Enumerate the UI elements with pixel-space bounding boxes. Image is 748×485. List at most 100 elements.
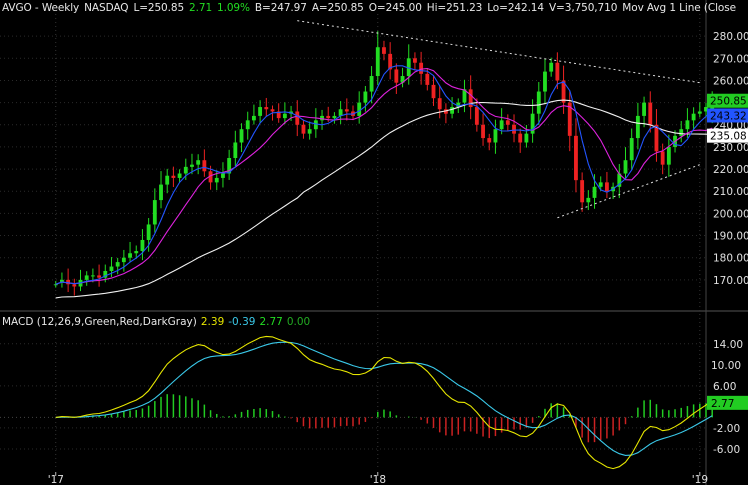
- macd-tick-label: -2.00: [713, 423, 740, 435]
- macd-signal-line: [55, 341, 713, 456]
- candle-body: [140, 239, 145, 252]
- candle-body: [221, 173, 225, 178]
- price-tick-label: 180.00: [713, 253, 748, 265]
- price-tick-label: 210.00: [713, 186, 748, 198]
- candle-body: [270, 109, 275, 112]
- candle-body: [543, 71, 547, 92]
- candle-body: [239, 129, 244, 143]
- price-pane: [53, 20, 715, 299]
- chart-grid: [0, 0, 748, 485]
- candle-body: [190, 164, 194, 167]
- lower-trendline: [557, 164, 700, 219]
- macd-label: MACD (12,26,9,Green,Red,DarkGray): [2, 316, 197, 328]
- macd-label-text: 2.77: [711, 398, 734, 410]
- upper-trendline: [297, 20, 700, 84]
- candle-body: [512, 124, 516, 134]
- price-tick-label: 200.00: [713, 208, 748, 220]
- volume-value: V=3,750,710: [548, 2, 618, 14]
- candle-body: [660, 151, 665, 165]
- candle-body: [165, 175, 170, 185]
- change-value: 2.71: [189, 2, 213, 14]
- candle-body: [382, 47, 386, 54]
- zero-value: 0.00: [286, 316, 311, 328]
- candle-body: [394, 69, 399, 83]
- candle-body: [53, 284, 58, 286]
- candle-body: [431, 84, 436, 99]
- candle-body: [233, 142, 238, 158]
- candle-body: [264, 107, 269, 110]
- candle-body: [115, 262, 120, 267]
- candle-body: [654, 124, 659, 152]
- candle-body: [481, 124, 485, 139]
- candle-body: [598, 182, 603, 187]
- candle-body: [369, 76, 374, 92]
- candle-body: [450, 107, 455, 114]
- candle-body: [648, 102, 653, 125]
- price-label-text: 250.85: [710, 96, 747, 108]
- candle-body: [202, 160, 207, 172]
- candle-body: [419, 62, 424, 74]
- candle-body: [301, 124, 306, 134]
- price-tick-label: 270.00: [713, 53, 748, 65]
- chart-header: AVGO - Weekly NASDAQ L=250.85 2.71 1.09% B=24…: [2, 2, 741, 14]
- candle-body: [159, 184, 163, 201]
- candle-body: [623, 160, 628, 174]
- candle-body: [691, 113, 696, 121]
- candle-body: [363, 91, 368, 103]
- price-label-text: 235.08: [710, 131, 747, 143]
- macd-value: 2.39: [200, 316, 225, 328]
- candle-body: [121, 257, 126, 263]
- price-tick-label: 220.00: [713, 164, 748, 176]
- macd-tick-label: 14.00: [713, 339, 743, 351]
- candle-body: [697, 111, 702, 114]
- candle-body: [586, 197, 591, 203]
- study-label: Mov Avg 1 Line (Close: [622, 2, 736, 14]
- ask-price: A=250.85: [311, 2, 364, 14]
- price-tick-label: 230.00: [713, 142, 748, 154]
- candle-body: [493, 129, 498, 143]
- candle-body: [574, 135, 578, 181]
- candle-body: [332, 115, 337, 119]
- candle-body: [258, 107, 263, 116]
- candle-body: [413, 58, 417, 63]
- macd-label-text: 10.00: [711, 360, 741, 372]
- candle-body: [685, 120, 690, 130]
- candle-body: [592, 186, 597, 198]
- candle-body: [128, 253, 132, 258]
- candle-body: [146, 224, 151, 240]
- candle-body: [474, 107, 479, 125]
- candle-body: [196, 160, 201, 165]
- candle-body: [518, 133, 523, 143]
- candle-body: [505, 120, 510, 125]
- ma-long-line: [55, 99, 713, 299]
- macd-header: MACD (12,26,9,Green,Red,DarkGray) 2.39 -0.…: [2, 316, 310, 328]
- candle-body: [134, 251, 139, 254]
- x-tick-label: '19: [692, 474, 708, 485]
- x-tick-label: '17: [48, 474, 64, 485]
- candle-body: [375, 47, 380, 77]
- candle-body: [90, 275, 95, 277]
- candle-body: [295, 111, 300, 125]
- candle-body: [326, 115, 331, 119]
- macd-tick-label: -6.00: [713, 444, 740, 456]
- candle-body: [425, 73, 430, 85]
- candle-body: [549, 62, 554, 72]
- candle-body: [524, 133, 529, 143]
- candle-body: [84, 275, 89, 280]
- signal-value: -0.39: [228, 316, 256, 328]
- candle-body: [183, 166, 188, 174]
- candle-body: [487, 138, 492, 143]
- candle-body: [245, 120, 250, 130]
- low-price: Lo=242.14: [487, 2, 544, 14]
- last-price: L=250.85: [133, 2, 185, 14]
- candle-body: [307, 129, 312, 134]
- candle-body: [171, 175, 176, 178]
- bid-price: B=247.97: [254, 2, 307, 14]
- candle-body: [635, 115, 640, 139]
- candle-body: [536, 91, 541, 114]
- price-tick-label: 280.00: [713, 31, 748, 43]
- candle-body: [313, 120, 318, 130]
- open-price: O=245.00: [368, 2, 422, 14]
- chart-canvas: 280.00270.00260.00250.00240.00230.00220.…: [0, 0, 748, 485]
- candle-body: [214, 177, 219, 183]
